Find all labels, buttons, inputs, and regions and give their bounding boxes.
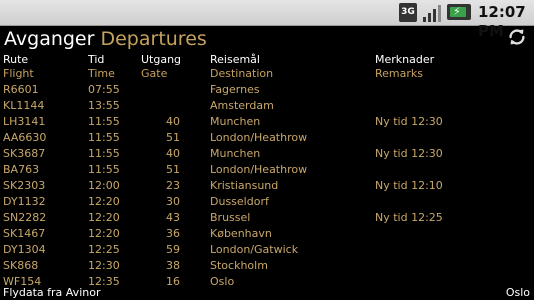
- destination: Stockholm: [210, 259, 268, 272]
- col-header-dest-no: Reisemål: [210, 53, 260, 66]
- departure-time: 12:30: [88, 259, 120, 272]
- remark: Ny tid 12:25: [375, 211, 443, 224]
- table-row[interactable]: KL1144 13:55 Amsterdam: [0, 98, 534, 114]
- col-header-flight-en: Flight: [3, 67, 34, 80]
- departure-time: 12:00: [88, 179, 120, 192]
- departure-time: 12:20: [88, 195, 120, 208]
- destination: London/Gatwick: [210, 243, 299, 256]
- footer-bar: Flydata fra Avinor Oslo: [0, 285, 534, 300]
- flight-code: SK868: [3, 259, 39, 272]
- flight-code: SK1467: [3, 227, 46, 240]
- table-row[interactable]: SK3687 11:55 40 Munchen Ny tid 12:30: [0, 146, 534, 162]
- status-bar: 3G ⚡ 12:07 PM: [0, 0, 534, 40]
- col-header-time-no: Tid: [88, 53, 105, 66]
- flight-code: LH3141: [3, 115, 46, 128]
- departure-time: 12:25: [88, 243, 120, 256]
- status-clock: 12:07 PM: [478, 3, 526, 40]
- destination: Kristiansund: [210, 179, 279, 192]
- departure-time: 11:55: [88, 115, 120, 128]
- destination: København: [210, 227, 272, 240]
- destination: Fagernes: [210, 83, 260, 96]
- gate-number: 40: [166, 147, 180, 160]
- battery-charging-icon: ⚡: [447, 4, 471, 20]
- table-row[interactable]: R6601 07:55 Fagernes: [0, 82, 534, 98]
- flight-code: SK3687: [3, 147, 46, 160]
- flight-code: BA763: [3, 163, 40, 176]
- flight-code: KL1144: [3, 99, 45, 112]
- destination: Amsterdam: [210, 99, 274, 112]
- destination: London/Heathrow: [210, 163, 308, 176]
- network-3g-icon: 3G: [399, 3, 417, 22]
- destination: London/Heathrow: [210, 131, 308, 144]
- flight-code: AA6630: [3, 131, 47, 144]
- departure-time: 12:20: [88, 227, 120, 240]
- departure-time: 12:20: [88, 211, 120, 224]
- table-row[interactable]: SK1467 12:20 36 København: [0, 226, 534, 242]
- destination: Brussel: [210, 211, 251, 224]
- signal-strength-icon: [423, 3, 443, 22]
- col-header-flight-no: Rute: [3, 53, 29, 66]
- col-header-gate-en: Gate: [141, 67, 168, 80]
- title-english: Departures: [100, 28, 207, 50]
- destination: Munchen: [210, 115, 261, 128]
- departure-time: 11:55: [88, 131, 120, 144]
- destination: Dusseldorf: [210, 195, 269, 208]
- page-title: Avganger Departures: [4, 28, 207, 50]
- data-source-label: Flydata fra Avinor: [3, 286, 101, 299]
- gate-number: 51: [166, 163, 180, 176]
- gate-number: 38: [166, 259, 180, 272]
- col-header-remarks-en: Remarks: [375, 67, 423, 80]
- refresh-button[interactable]: [506, 26, 528, 48]
- gate-number: 59: [166, 243, 180, 256]
- table-row[interactable]: LH3141 11:55 40 Munchen Ny tid 12:30: [0, 114, 534, 130]
- table-row[interactable]: DY1304 12:25 59 London/Gatwick: [0, 242, 534, 258]
- title-norwegian: Avganger: [4, 28, 95, 50]
- flight-code: DY1304: [3, 243, 46, 256]
- remark: Ny tid 12:30: [375, 115, 443, 128]
- table-row[interactable]: SN2282 12:20 43 Brussel Ny tid 12:25: [0, 210, 534, 226]
- table-row[interactable]: SK868 12:30 38 Stockholm: [0, 258, 534, 274]
- col-header-time-en: Time: [88, 67, 115, 80]
- flight-code: SN2282: [3, 211, 47, 224]
- table-row[interactable]: BA763 11:55 51 London/Heathrow: [0, 162, 534, 178]
- remark: Ny tid 12:30: [375, 147, 443, 160]
- col-header-gate-no: Utgang: [141, 53, 182, 66]
- gate-number: 23: [166, 179, 180, 192]
- table-row[interactable]: DY1132 12:20 30 Dusseldorf: [0, 194, 534, 210]
- destination: Munchen: [210, 147, 261, 160]
- refresh-icon: [509, 29, 525, 45]
- gate-number: 40: [166, 115, 180, 128]
- departure-time: 07:55: [88, 83, 120, 96]
- flight-code: DY1132: [3, 195, 46, 208]
- gate-number: 30: [166, 195, 180, 208]
- table-row[interactable]: AA6630 11:55 51 London/Heathrow: [0, 130, 534, 146]
- table-row[interactable]: SK2303 12:00 23 Kristiansund Ny tid 12:10: [0, 178, 534, 194]
- gate-number: 36: [166, 227, 180, 240]
- gate-number: 43: [166, 211, 180, 224]
- remark: Ny tid 12:10: [375, 179, 443, 192]
- col-header-remarks-no: Merknader: [375, 53, 435, 66]
- departure-time: 11:55: [88, 147, 120, 160]
- col-header-dest-en: Destination: [210, 67, 274, 80]
- flight-code: SK2303: [3, 179, 46, 192]
- airport-label: Oslo: [505, 286, 530, 299]
- gate-number: 51: [166, 131, 180, 144]
- departure-time: 13:55: [88, 99, 120, 112]
- flight-code: R6601: [3, 83, 39, 96]
- departure-time: 11:55: [88, 163, 120, 176]
